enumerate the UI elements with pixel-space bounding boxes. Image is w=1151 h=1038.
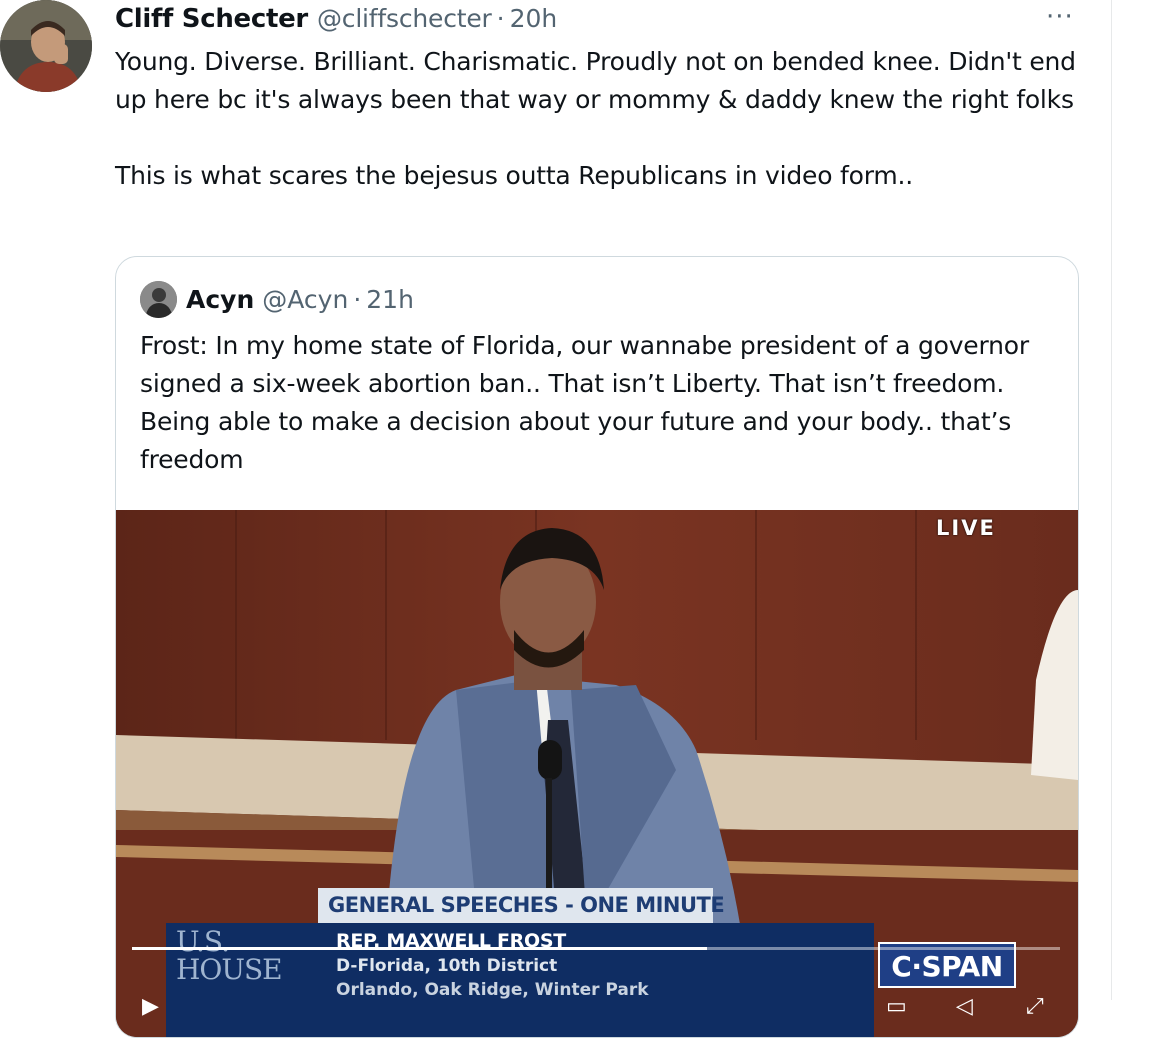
tweet-text: Young. Diverse. Brilliant. Charismatic. … xyxy=(115,43,1105,195)
quoted-timestamp: 21h xyxy=(366,285,414,314)
video-player[interactable]: LIVE GENERAL SPEECHES - ONE MINUTE U.S. … xyxy=(116,510,1078,1037)
column-divider xyxy=(1111,0,1112,1000)
volume-icon[interactable]: ◁ xyxy=(956,994,973,1019)
live-badge: LIVE xyxy=(936,516,996,540)
fullscreen-icon[interactable]: ⤢ xyxy=(1026,994,1044,1019)
video-progress-fill xyxy=(132,947,708,950)
quoted-author-handle: @Acyn xyxy=(262,285,349,314)
avatar[interactable] xyxy=(0,0,92,92)
lower-third-title: GENERAL SPEECHES - ONE MINUTE xyxy=(318,888,725,923)
video-controls: ▶ ▭ ◁ ⤢ xyxy=(116,980,1078,1037)
separator-dot: · xyxy=(496,4,505,33)
quoted-author-name: Acyn xyxy=(186,285,255,314)
play-icon[interactable]: ▶ xyxy=(142,994,159,1019)
quoted-avatar-image xyxy=(140,281,177,318)
author-handle[interactable]: @cliffschecter xyxy=(317,4,492,33)
house-logo: U.S. HOUSE xyxy=(176,925,283,984)
quoted-tweet-text: Frost: In my home state of Florida, our … xyxy=(140,331,1029,474)
quoted-tweet-header: Acyn @Acyn · 21h xyxy=(140,281,414,318)
tweet-paragraph: This is what scares the bejesus outta Re… xyxy=(115,161,914,190)
tweet-header: Cliff Schecter @cliffschecter · 20h xyxy=(115,4,557,38)
captions-icon[interactable]: ▭ xyxy=(886,994,907,1019)
quoted-avatar xyxy=(140,281,177,318)
speaker-district: D-Florida, 10th District xyxy=(336,956,558,976)
author-name[interactable]: Cliff Schecter xyxy=(115,4,308,34)
quoted-tweet[interactable]: Acyn @Acyn · 21h Frost: In my home state… xyxy=(115,256,1079,1038)
avatar-image xyxy=(0,0,92,92)
tweet-paragraph: Young. Diverse. Brilliant. Charismatic. … xyxy=(115,47,1076,114)
tweet-timestamp[interactable]: 20h xyxy=(510,4,558,33)
more-options-icon[interactable]: ··· xyxy=(1046,2,1074,32)
separator-dot: · xyxy=(353,285,362,314)
house-logo-line: U.S. xyxy=(176,925,230,958)
